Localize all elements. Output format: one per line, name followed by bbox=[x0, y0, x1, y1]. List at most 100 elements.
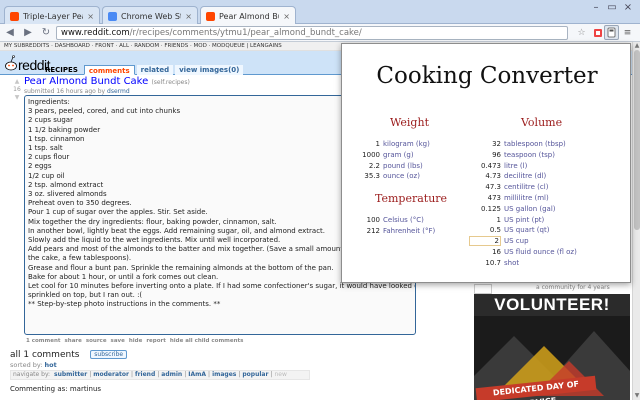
snoo-alien-icon[interactable] bbox=[4, 53, 18, 73]
scroll-thumb[interactable] bbox=[634, 50, 640, 230]
upvote-arrow-icon[interactable]: ▲ bbox=[12, 78, 22, 86]
reload-icon[interactable]: ↻ bbox=[38, 25, 54, 41]
volume-row: 0.473 litre (l) bbox=[342, 161, 632, 171]
volume-unit-label: US cup bbox=[504, 237, 529, 246]
volume-row: 32 tablespoon (tbsp) bbox=[342, 139, 632, 149]
volume-value-input[interactable]: 473 bbox=[488, 193, 501, 203]
forward-icon[interactable]: ▶ bbox=[20, 25, 36, 41]
post-author[interactable]: dsermd bbox=[107, 88, 130, 95]
volume-unit-label: US gallon (gal) bbox=[504, 204, 556, 213]
navigate-new[interactable]: new bbox=[274, 371, 286, 378]
volume-row: 96 teaspoon (tsp) bbox=[342, 150, 632, 160]
navigate-item[interactable]: moderator bbox=[93, 371, 129, 378]
volume-value-input[interactable]: 0.5 bbox=[490, 225, 501, 235]
navigate-label: navigate by: bbox=[13, 371, 51, 378]
browser-tab-3[interactable]: Pear Almond Bundt Cake × bbox=[200, 6, 296, 25]
navigate-item[interactable]: popular bbox=[242, 371, 268, 378]
sort-dropdown[interactable]: hot bbox=[45, 361, 57, 369]
tab-label: Triple-Layer Peanut Butte bbox=[23, 11, 83, 21]
volume-unit-label: US quart (qt) bbox=[504, 226, 550, 235]
navigate-by-bar: navigate by: submitter | moderator | friend |… bbox=[10, 370, 310, 380]
navigate-item[interactable]: IAmA bbox=[188, 371, 206, 378]
volume-value-input[interactable]: 16 bbox=[492, 247, 501, 257]
browser-tab-1[interactable]: Triple-Layer Peanut Butte × bbox=[4, 6, 100, 25]
comments-header: all 1 comments subscribe bbox=[10, 350, 128, 360]
minimize-icon[interactable]: – bbox=[590, 2, 602, 14]
volume-row: 0.5 US quart (qt) bbox=[342, 225, 632, 235]
tab-related[interactable]: related bbox=[136, 65, 174, 75]
sidebar-button[interactable] bbox=[474, 284, 492, 294]
volume-value-input[interactable]: 1 bbox=[497, 215, 501, 225]
browser-tab-2[interactable]: Chrome Web Store - Cooki × bbox=[102, 6, 198, 25]
volume-unit-label: decilitre (dl) bbox=[504, 172, 547, 181]
separator: | bbox=[238, 371, 241, 378]
tab-label: Chrome Web Store - Cooki bbox=[121, 11, 181, 21]
post-action-link[interactable]: share bbox=[65, 338, 82, 344]
post-action-link[interactable]: hide bbox=[129, 338, 142, 344]
volume-value-input[interactable]: 4.73 bbox=[485, 171, 501, 181]
window-close-icon[interactable]: × bbox=[622, 2, 634, 14]
tab-strip: Triple-Layer Peanut Butte × Chrome Web S… bbox=[0, 0, 640, 25]
separator: | bbox=[270, 371, 273, 378]
tab-close-icon[interactable]: × bbox=[185, 12, 192, 21]
volume-value-input[interactable]: 96 bbox=[492, 150, 501, 160]
subreddit-name[interactable]: RECIPES bbox=[45, 65, 78, 75]
volume-unit-label: litre (l) bbox=[504, 161, 528, 170]
post-title[interactable]: Pear Almond Bundt Cake bbox=[24, 76, 148, 87]
volume-row: 2 US cup bbox=[342, 236, 632, 247]
reddit-favicon-icon bbox=[10, 11, 19, 21]
volume-value-input[interactable]: 47.3 bbox=[485, 182, 501, 192]
scroll-down-icon[interactable]: ▼ bbox=[633, 392, 640, 400]
tab-close-icon[interactable]: × bbox=[87, 12, 94, 21]
community-age: a community for 4 years bbox=[536, 284, 610, 291]
cooking-converter-extension-icon[interactable] bbox=[604, 25, 619, 40]
volume-unit-label: US pint (pt) bbox=[504, 215, 545, 224]
volume-value-input[interactable]: 0.125 bbox=[481, 204, 501, 214]
post-action-link[interactable]: report bbox=[146, 338, 166, 344]
menu-wrench-icon[interactable]: ≡ bbox=[620, 25, 635, 40]
tab-close-icon[interactable]: × bbox=[283, 12, 290, 21]
header-tabs: RECIPES comments related view images(0) bbox=[45, 65, 244, 75]
volume-row: 47.3 centilitre (cl) bbox=[342, 182, 632, 192]
volume-value-input[interactable]: 2 bbox=[469, 236, 501, 247]
post-action-link[interactable]: source bbox=[86, 338, 107, 344]
navigate-item[interactable]: submitter bbox=[54, 371, 87, 378]
volume-value-input[interactable]: 32 bbox=[492, 139, 501, 149]
volume-unit-label: US fluid ounce (fl oz) bbox=[504, 248, 577, 256]
address-bar[interactable]: www.reddit.com/r/recipes/comments/ytmu1/… bbox=[56, 26, 568, 40]
post-domain[interactable]: (self.recipes) bbox=[151, 79, 189, 86]
post-action-link[interactable]: hide all child comments bbox=[170, 338, 244, 344]
volume-value-input[interactable]: 0.473 bbox=[481, 161, 501, 171]
volume-heading: Volume bbox=[521, 116, 563, 129]
extension-icon[interactable] bbox=[590, 25, 605, 40]
navigate-item[interactable]: images bbox=[212, 371, 236, 378]
separator: | bbox=[130, 371, 133, 378]
volume-value-input[interactable]: 10.7 bbox=[485, 258, 501, 268]
separator: | bbox=[89, 371, 92, 378]
page-scrollbar[interactable]: ▲ ▼ bbox=[632, 42, 640, 400]
tab-view-images[interactable]: view images(0) bbox=[175, 65, 244, 75]
comments-title: all 1 comments bbox=[10, 350, 80, 360]
bookmark-star-icon[interactable]: ☆ bbox=[574, 25, 589, 40]
selftext-line: Let cool for 10 minutes before inverting… bbox=[28, 282, 416, 291]
submitted-text: submitted 16 hours ago by bbox=[24, 88, 106, 95]
url-host: www.reddit.com bbox=[61, 28, 130, 38]
sort-selector: sorted by: hot bbox=[10, 361, 57, 369]
navigate-item[interactable]: admin bbox=[161, 371, 182, 378]
cooking-converter-popup: Cooking Converter Weight Temperature Vol… bbox=[341, 43, 631, 283]
post-action-link[interactable]: save bbox=[111, 338, 125, 344]
converter-title: Cooking Converter bbox=[376, 63, 598, 89]
downvote-arrow-icon[interactable]: ▼ bbox=[12, 94, 22, 102]
weight-heading: Weight bbox=[390, 116, 429, 129]
scroll-up-icon[interactable]: ▲ bbox=[633, 42, 640, 50]
tab-comments[interactable]: comments bbox=[83, 65, 135, 75]
volume-unit-label: shot bbox=[504, 258, 520, 267]
maximize-icon[interactable]: ▭ bbox=[606, 2, 618, 14]
commenting-as: Commenting as: martinus bbox=[10, 385, 102, 393]
separator: | bbox=[208, 371, 211, 378]
subscribe-button[interactable]: subscribe bbox=[90, 350, 128, 359]
volunteer-ad[interactable]: VOLUNTEER! DEDICATED DAY OF SERVICE bbox=[474, 294, 630, 400]
post-action-link[interactable]: 1 comment bbox=[26, 338, 61, 344]
back-icon[interactable]: ◀ bbox=[2, 25, 18, 41]
navigate-item[interactable]: friend bbox=[135, 371, 155, 378]
